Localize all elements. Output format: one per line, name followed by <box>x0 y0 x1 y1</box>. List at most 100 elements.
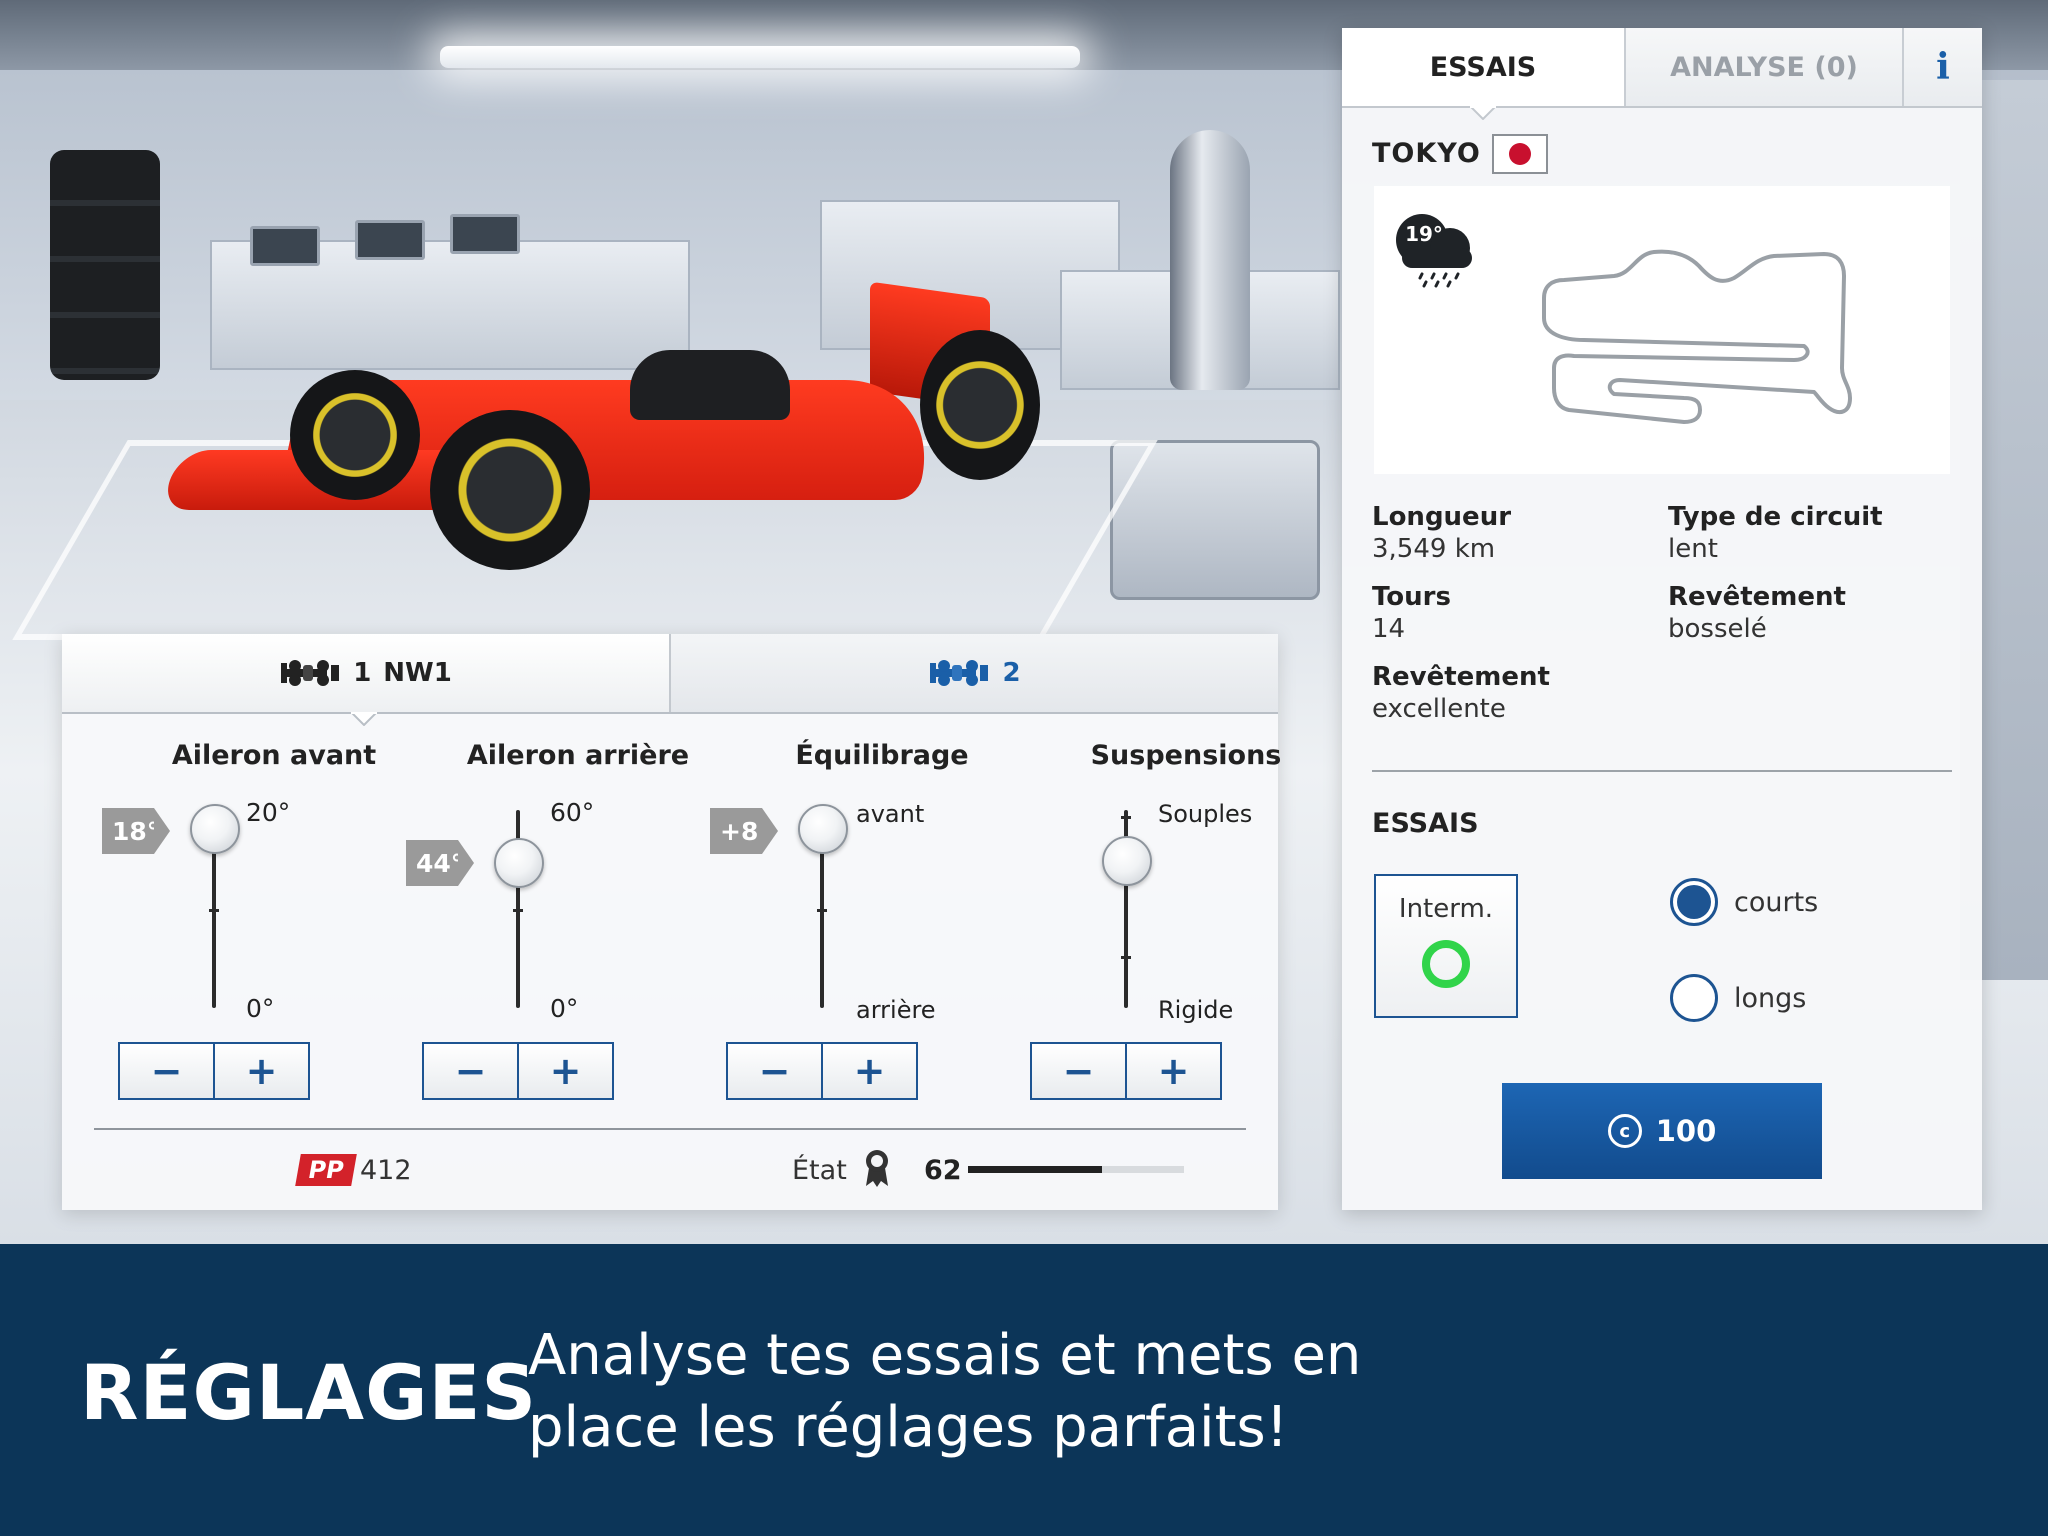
radio-dot <box>1677 885 1711 919</box>
condition-value: 62 <box>924 1155 962 1186</box>
laptop <box>450 214 520 254</box>
tab-car-2[interactable]: 2 <box>669 634 1278 712</box>
info-key: Tours <box>1372 582 1451 612</box>
rear-wing-title: Aileron arrière <box>466 740 690 771</box>
info-icon[interactable]: i <box>1902 28 1982 106</box>
weather-temperature: 19° <box>1405 222 1443 246</box>
info-value: 3,549 km <box>1372 534 1496 564</box>
cost-value: 100 <box>1655 1114 1717 1148</box>
balance-front-label: avant <box>856 800 925 828</box>
balance-minus-button[interactable]: − <box>728 1044 821 1098</box>
radio-label: longs <box>1734 982 1807 1014</box>
tyre-selector[interactable]: Interm. <box>1374 874 1518 1018</box>
suspension-title: Suspensions <box>1090 740 1282 771</box>
suspension-stepper: − + <box>1030 1042 1222 1100</box>
suspension-plus-button[interactable]: + <box>1125 1044 1220 1098</box>
tab-analyse[interactable]: ANALYSE (0) <box>1624 28 1902 106</box>
front-wing-value-tag: 18° <box>102 808 170 854</box>
track-info-panel: ESSAIS ANALYSE (0) i TOKYO 19° Longueur … <box>1342 28 1982 1210</box>
radio-option-longs[interactable]: longs <box>1670 974 1806 1022</box>
radio-button[interactable] <box>1670 974 1718 1022</box>
info-key: Type de circuit <box>1668 502 1883 532</box>
footer-line-2: place les réglages parfaits! <box>528 1395 1289 1460</box>
practice-section-title: ESSAIS <box>1372 808 1479 839</box>
footer-line-1: Analyse tes essais et mets en <box>528 1323 1362 1388</box>
ceiling-light <box>440 46 1080 68</box>
condition-bar <box>968 1166 1184 1173</box>
laptop <box>250 226 320 266</box>
condition-label: État <box>792 1155 847 1186</box>
start-practice-button[interactable]: c 100 <box>1502 1083 1822 1179</box>
info-value: lent <box>1668 534 1718 564</box>
medal-icon <box>866 1150 888 1187</box>
front-wing-stepper: − + <box>118 1042 310 1100</box>
car-wheel <box>430 410 590 570</box>
info-circuit-type: Type de circuit lent <box>1668 502 1958 564</box>
info-length: Longueur 3,549 km <box>1372 502 1662 564</box>
flag-circle <box>1509 143 1531 165</box>
front-wing-title: Aileron avant <box>171 740 377 771</box>
slider-tick <box>1121 816 1131 819</box>
race-car <box>159 270 1050 590</box>
condition-bar-fill <box>968 1166 1102 1173</box>
info-laps: Tours 14 <box>1372 582 1662 644</box>
car-cockpit <box>630 350 790 420</box>
promo-footer: RÉGLAGES Analyse tes essais et mets en p… <box>0 1244 2048 1536</box>
setup-panel: 1 NW1 2 Aileron avant 18° 2 0° 0° − + Ail… <box>62 634 1281 1210</box>
slider-tick <box>1121 956 1131 959</box>
balance-rear-label: arrière <box>856 996 936 1024</box>
panel-divider <box>1372 770 1952 772</box>
track-map: 19° <box>1374 186 1950 474</box>
slider-tick <box>209 909 219 912</box>
setup-divider <box>94 1128 1246 1130</box>
tyre-stack <box>50 150 160 380</box>
footer-description: Analyse tes essais et mets en place les … <box>528 1320 1428 1464</box>
suspension-slider-knob[interactable] <box>1102 836 1152 886</box>
tab-essais[interactable]: ESSAIS <box>1342 28 1624 106</box>
balance-slider-knob[interactable] <box>798 804 848 854</box>
suspension-stiff-label: Rigide <box>1158 996 1234 1024</box>
radio-label: courts <box>1734 886 1819 918</box>
laptop <box>355 220 425 260</box>
tab-car-number: 1 <box>353 658 372 688</box>
radio-button-selected[interactable] <box>1670 878 1718 926</box>
suspension-soft-label: Souples <box>1158 800 1253 828</box>
balance-value-tag: +8 <box>710 808 778 854</box>
balance-stepper: − + <box>726 1042 918 1100</box>
tab-car-name: NW1 <box>383 658 452 688</box>
tab-car-1[interactable]: 1 NW1 <box>62 634 669 712</box>
car-tabs: 1 NW1 2 <box>62 634 1278 714</box>
radio-option-courts[interactable]: courts <box>1670 878 1818 926</box>
rear-wing-minus-button[interactable]: − <box>424 1044 517 1098</box>
balance-plus-button[interactable]: + <box>821 1044 916 1098</box>
rear-wing-stepper: − + <box>422 1042 614 1100</box>
rear-wing-max-label: 60° <box>550 798 595 827</box>
slider-tick <box>817 909 827 912</box>
car-wheel <box>920 330 1040 480</box>
car-wheel <box>290 370 420 500</box>
front-wing-plus-button[interactable]: + <box>213 1044 308 1098</box>
info-value: bosselé <box>1668 614 1767 644</box>
info-key: Revêtement <box>1668 582 1846 612</box>
slider-tick <box>513 909 523 912</box>
balance-title: Équilibrage <box>795 740 969 771</box>
japan-flag-icon <box>1492 134 1548 174</box>
rear-wing-slider-knob[interactable] <box>494 838 544 888</box>
info-value: excellente <box>1372 694 1506 724</box>
rear-wing-plus-button[interactable]: + <box>517 1044 612 1098</box>
rear-wing-value-tag: 44° <box>406 840 474 886</box>
coin-icon: c <box>1607 1114 1642 1148</box>
rear-wing-min-label: 0° <box>550 994 579 1023</box>
front-wing-slider-knob[interactable] <box>190 804 240 854</box>
tyre-icon <box>1422 940 1470 988</box>
front-wing-min-label: 0° <box>246 994 275 1023</box>
footer-title: RÉGLAGES <box>80 1348 538 1437</box>
pp-badge: PP <box>295 1154 357 1186</box>
pp-value: 412 <box>360 1155 412 1186</box>
panel-tabs: ESSAIS ANALYSE (0) i <box>1342 28 1982 108</box>
mechanic-figure <box>1170 130 1250 390</box>
info-value: 14 <box>1372 614 1406 644</box>
car-icon <box>281 660 340 686</box>
suspension-minus-button[interactable]: − <box>1032 1044 1125 1098</box>
front-wing-minus-button[interactable]: − <box>120 1044 213 1098</box>
